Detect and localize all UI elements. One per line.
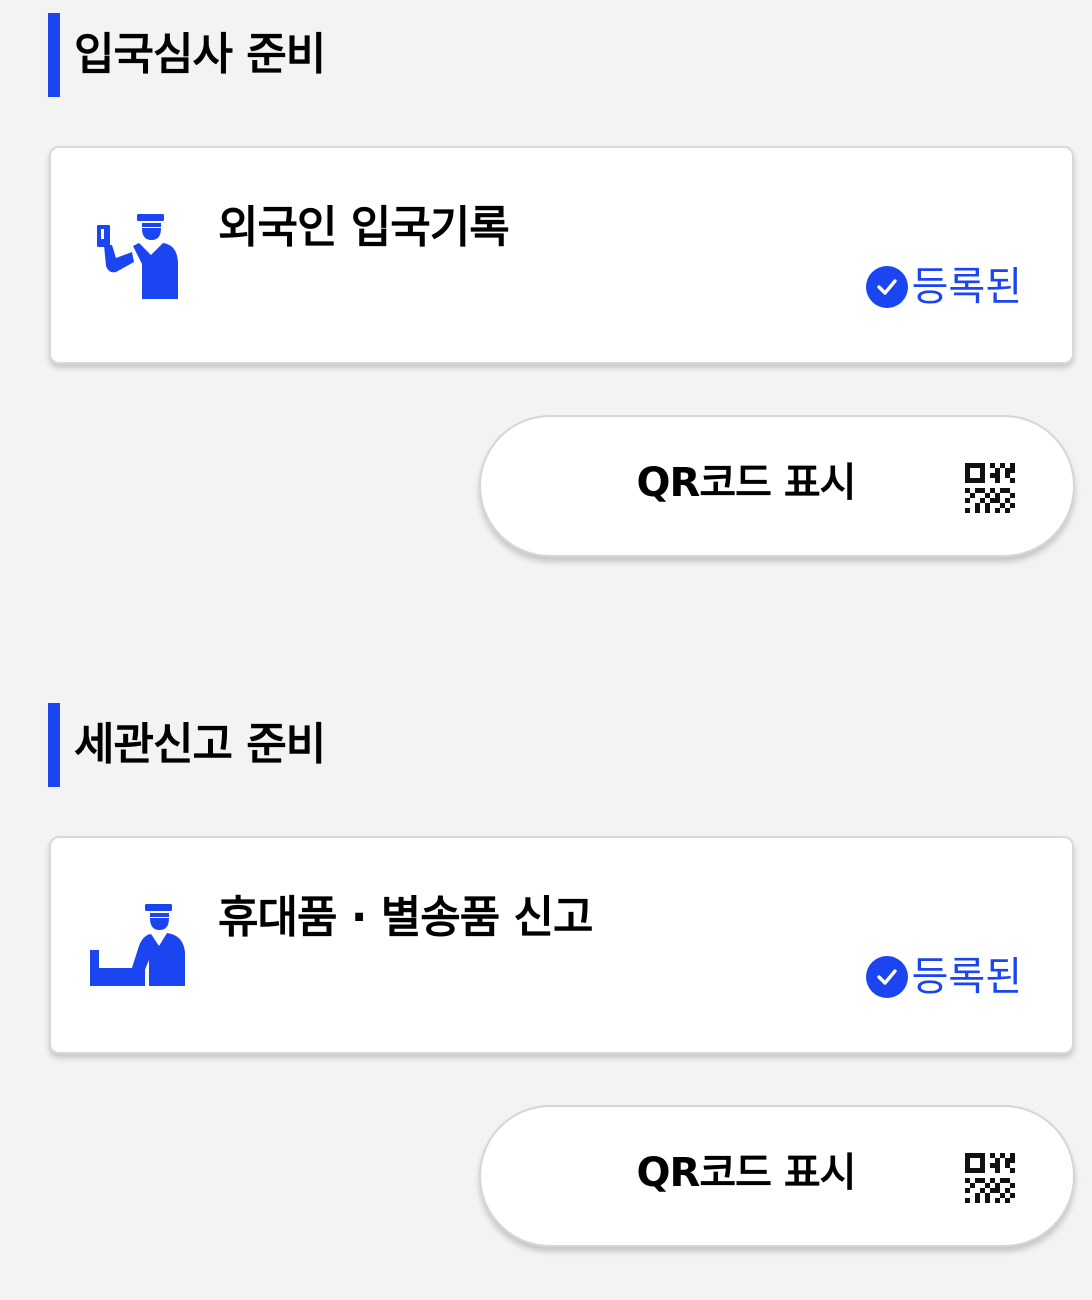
check-circle-icon (865, 956, 908, 998)
show-qr-code-button-customs[interactable]: QR코드 표시 (479, 1105, 1075, 1247)
section-heading-customs: 세관신고 준비 (48, 703, 326, 787)
qr-button-label: QR코드 표시 (636, 1150, 857, 1196)
show-qr-code-button-immigration[interactable]: QR코드 표시 (479, 415, 1075, 557)
status-text: 등록된 (911, 954, 1022, 1000)
card-title: 외국인 입국기록 (218, 202, 510, 253)
status-text: 등록된 (911, 264, 1022, 310)
immigration-officer-icon (97, 214, 178, 299)
qr-code-icon (965, 1153, 1015, 1203)
section-heading-text: 세관신고 준비 (74, 719, 326, 770)
status-badge: 등록된 (865, 264, 1022, 310)
qr-button-label: QR코드 표시 (636, 460, 857, 506)
check-circle-icon (865, 266, 908, 308)
customs-officer-icon (90, 904, 185, 986)
section-heading-text: 입국심사 준비 (74, 29, 326, 80)
customs-declaration-card[interactable]: 휴대품 · 별송품 신고 등록된 (49, 836, 1074, 1054)
qr-code-icon (965, 463, 1015, 513)
immigration-record-card[interactable]: 외국인 입국기록 등록된 (49, 146, 1074, 364)
status-badge: 등록된 (865, 954, 1022, 1000)
section-heading-immigration: 입국심사 준비 (48, 13, 326, 97)
card-title: 휴대품 · 별송품 신고 (218, 892, 594, 943)
